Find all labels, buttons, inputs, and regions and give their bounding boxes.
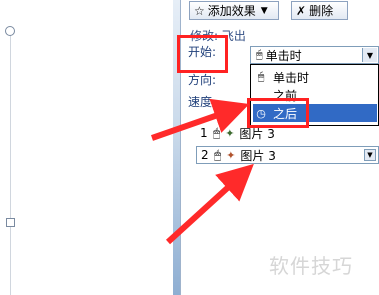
arrow-to-second-item [165, 163, 254, 245]
watermark: 软件技巧 [269, 254, 353, 278]
arrow-to-after-option [151, 98, 250, 141]
